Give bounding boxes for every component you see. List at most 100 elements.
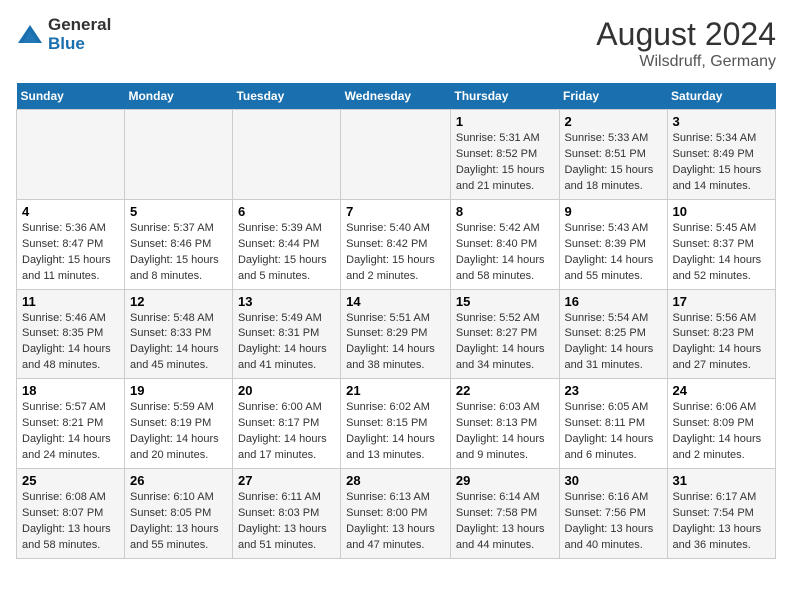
day-info: Sunrise: 5:54 AM Sunset: 8:25 PM Dayligh… — [565, 312, 654, 372]
calendar-cell: 9 Sunrise: 5:43 AM Sunset: 8:39 PM Daylig… — [559, 199, 667, 289]
calendar-cell — [17, 110, 125, 200]
day-number: 8 — [456, 204, 554, 219]
page-header: General Blue August 2024 Wilsdruff, Germ… — [16, 16, 776, 71]
day-number: 20 — [238, 383, 335, 398]
calendar-cell: 27 Sunrise: 6:11 AM Sunset: 8:03 PM Dayli… — [232, 469, 340, 559]
day-info: Sunrise: 6:16 AM Sunset: 7:56 PM Dayligh… — [565, 491, 654, 551]
day-info: Sunrise: 6:10 AM Sunset: 8:05 PM Dayligh… — [130, 491, 219, 551]
day-info: Sunrise: 5:51 AM Sunset: 8:29 PM Dayligh… — [346, 312, 435, 372]
calendar-cell: 19Sunrise: 5:59 AM Sunset: 8:19 PM Dayli… — [124, 379, 232, 469]
column-header-wednesday: Wednesday — [341, 83, 451, 110]
week-row-1: 1 Sunrise: 5:31 AM Sunset: 8:52 PM Daylig… — [17, 110, 776, 200]
calendar-cell: 4 Sunrise: 5:36 AM Sunset: 8:47 PM Daylig… — [17, 199, 125, 289]
day-number: 23 — [565, 383, 662, 398]
calendar-cell: 10Sunrise: 5:45 AM Sunset: 8:37 PM Dayli… — [667, 199, 775, 289]
calendar-cell: 21 Sunrise: 6:02 AM Sunset: 8:15 PM Dayli… — [341, 379, 451, 469]
logo-text: General Blue — [48, 16, 111, 53]
day-info: Sunrise: 5:42 AM Sunset: 8:40 PM Dayligh… — [456, 222, 545, 282]
day-number: 28 — [346, 473, 445, 488]
calendar-cell: 12 Sunrise: 5:48 AM Sunset: 8:33 PM Dayli… — [124, 289, 232, 379]
calendar-cell: 17 Sunrise: 5:56 AM Sunset: 8:23 PM Dayli… — [667, 289, 775, 379]
day-info: Sunrise: 5:37 AM Sunset: 8:46 PM Dayligh… — [130, 222, 219, 282]
day-number: 9 — [565, 204, 662, 219]
week-row-3: 11 Sunrise: 5:46 AM Sunset: 8:35 PM Dayli… — [17, 289, 776, 379]
calendar-cell: 20 Sunrise: 6:00 AM Sunset: 8:17 PM Dayli… — [232, 379, 340, 469]
calendar-cell: 8 Sunrise: 5:42 AM Sunset: 8:40 PM Daylig… — [450, 199, 559, 289]
day-number: 21 — [346, 383, 445, 398]
column-header-sunday: Sunday — [17, 83, 125, 110]
calendar-cell: 29Sunrise: 6:14 AM Sunset: 7:58 PM Dayli… — [450, 469, 559, 559]
calendar-cell: 30 Sunrise: 6:16 AM Sunset: 7:56 PM Dayli… — [559, 469, 667, 559]
day-number: 5 — [130, 204, 227, 219]
day-info: Sunrise: 6:08 AM Sunset: 8:07 PM Dayligh… — [22, 491, 111, 551]
day-info: Sunrise: 6:06 AM Sunset: 8:09 PM Dayligh… — [673, 401, 762, 461]
calendar-cell: 3 Sunrise: 5:34 AM Sunset: 8:49 PM Daylig… — [667, 110, 775, 200]
calendar-cell: 13 Sunrise: 5:49 AM Sunset: 8:31 PM Dayli… — [232, 289, 340, 379]
week-row-4: 18Sunrise: 5:57 AM Sunset: 8:21 PM Dayli… — [17, 379, 776, 469]
day-number: 14 — [346, 294, 445, 309]
calendar-cell: 26 Sunrise: 6:10 AM Sunset: 8:05 PM Dayli… — [124, 469, 232, 559]
day-number: 11 — [22, 294, 119, 309]
column-header-saturday: Saturday — [667, 83, 775, 110]
day-info: Sunrise: 5:36 AM Sunset: 8:47 PM Dayligh… — [22, 222, 111, 282]
day-number: 18 — [22, 383, 119, 398]
day-number: 26 — [130, 473, 227, 488]
day-info: Sunrise: 6:05 AM Sunset: 8:11 PM Dayligh… — [565, 401, 654, 461]
column-header-tuesday: Tuesday — [232, 83, 340, 110]
calendar-cell: 1 Sunrise: 5:31 AM Sunset: 8:52 PM Daylig… — [450, 110, 559, 200]
logo-blue: Blue — [48, 35, 111, 54]
day-number: 24 — [673, 383, 770, 398]
day-number: 13 — [238, 294, 335, 309]
day-info: Sunrise: 5:46 AM Sunset: 8:35 PM Dayligh… — [22, 312, 111, 372]
day-info: Sunrise: 5:48 AM Sunset: 8:33 PM Dayligh… — [130, 312, 219, 372]
day-number: 30 — [565, 473, 662, 488]
day-number: 2 — [565, 114, 662, 129]
day-info: Sunrise: 6:17 AM Sunset: 7:54 PM Dayligh… — [673, 491, 762, 551]
day-number: 16 — [565, 294, 662, 309]
calendar-cell — [341, 110, 451, 200]
calendar-cell: 14 Sunrise: 5:51 AM Sunset: 8:29 PM Dayli… — [341, 289, 451, 379]
calendar-cell: 6Sunrise: 5:39 AM Sunset: 8:44 PM Daylig… — [232, 199, 340, 289]
column-header-thursday: Thursday — [450, 83, 559, 110]
calendar-cell: 23 Sunrise: 6:05 AM Sunset: 8:11 PM Dayli… — [559, 379, 667, 469]
day-info: Sunrise: 5:43 AM Sunset: 8:39 PM Dayligh… — [565, 222, 654, 282]
title-block: August 2024 Wilsdruff, Germany — [596, 16, 776, 71]
calendar-cell: 18Sunrise: 5:57 AM Sunset: 8:21 PM Dayli… — [17, 379, 125, 469]
logo-icon — [16, 21, 44, 49]
day-info: Sunrise: 5:33 AM Sunset: 8:51 PM Dayligh… — [565, 132, 654, 192]
day-info: Sunrise: 6:00 AM Sunset: 8:17 PM Dayligh… — [238, 401, 327, 461]
header-row: SundayMondayTuesdayWednesdayThursdayFrid… — [17, 83, 776, 110]
day-info: Sunrise: 5:31 AM Sunset: 8:52 PM Dayligh… — [456, 132, 545, 192]
day-info: Sunrise: 5:59 AM Sunset: 8:19 PM Dayligh… — [130, 401, 219, 461]
calendar-cell: 25Sunrise: 6:08 AM Sunset: 8:07 PM Dayli… — [17, 469, 125, 559]
day-number: 6 — [238, 204, 335, 219]
calendar-cell: 16 Sunrise: 5:54 AM Sunset: 8:25 PM Dayli… — [559, 289, 667, 379]
calendar-cell: 28Sunrise: 6:13 AM Sunset: 8:00 PM Dayli… — [341, 469, 451, 559]
day-info: Sunrise: 5:45 AM Sunset: 8:37 PM Dayligh… — [673, 222, 762, 282]
logo: General Blue — [16, 16, 111, 53]
day-number: 27 — [238, 473, 335, 488]
calendar-cell: 31Sunrise: 6:17 AM Sunset: 7:54 PM Dayli… — [667, 469, 775, 559]
day-number: 12 — [130, 294, 227, 309]
day-number: 3 — [673, 114, 770, 129]
day-number: 17 — [673, 294, 770, 309]
day-info: Sunrise: 6:11 AM Sunset: 8:03 PM Dayligh… — [238, 491, 327, 551]
day-number: 29 — [456, 473, 554, 488]
week-row-5: 25Sunrise: 6:08 AM Sunset: 8:07 PM Dayli… — [17, 469, 776, 559]
main-title: August 2024 — [596, 16, 776, 53]
day-info: Sunrise: 5:34 AM Sunset: 8:49 PM Dayligh… — [673, 132, 762, 192]
day-number: 1 — [456, 114, 554, 129]
day-info: Sunrise: 6:02 AM Sunset: 8:15 PM Dayligh… — [346, 401, 435, 461]
day-number: 7 — [346, 204, 445, 219]
calendar-cell: 7Sunrise: 5:40 AM Sunset: 8:42 PM Daylig… — [341, 199, 451, 289]
day-info: Sunrise: 5:56 AM Sunset: 8:23 PM Dayligh… — [673, 312, 762, 372]
day-info: Sunrise: 5:49 AM Sunset: 8:31 PM Dayligh… — [238, 312, 327, 372]
day-info: Sunrise: 5:52 AM Sunset: 8:27 PM Dayligh… — [456, 312, 545, 372]
subtitle: Wilsdruff, Germany — [596, 53, 776, 71]
calendar-cell: 11 Sunrise: 5:46 AM Sunset: 8:35 PM Dayli… — [17, 289, 125, 379]
day-number: 4 — [22, 204, 119, 219]
day-number: 15 — [456, 294, 554, 309]
day-info: Sunrise: 6:03 AM Sunset: 8:13 PM Dayligh… — [456, 401, 545, 461]
calendar-cell — [232, 110, 340, 200]
calendar-table: SundayMondayTuesdayWednesdayThursdayFrid… — [16, 83, 776, 559]
